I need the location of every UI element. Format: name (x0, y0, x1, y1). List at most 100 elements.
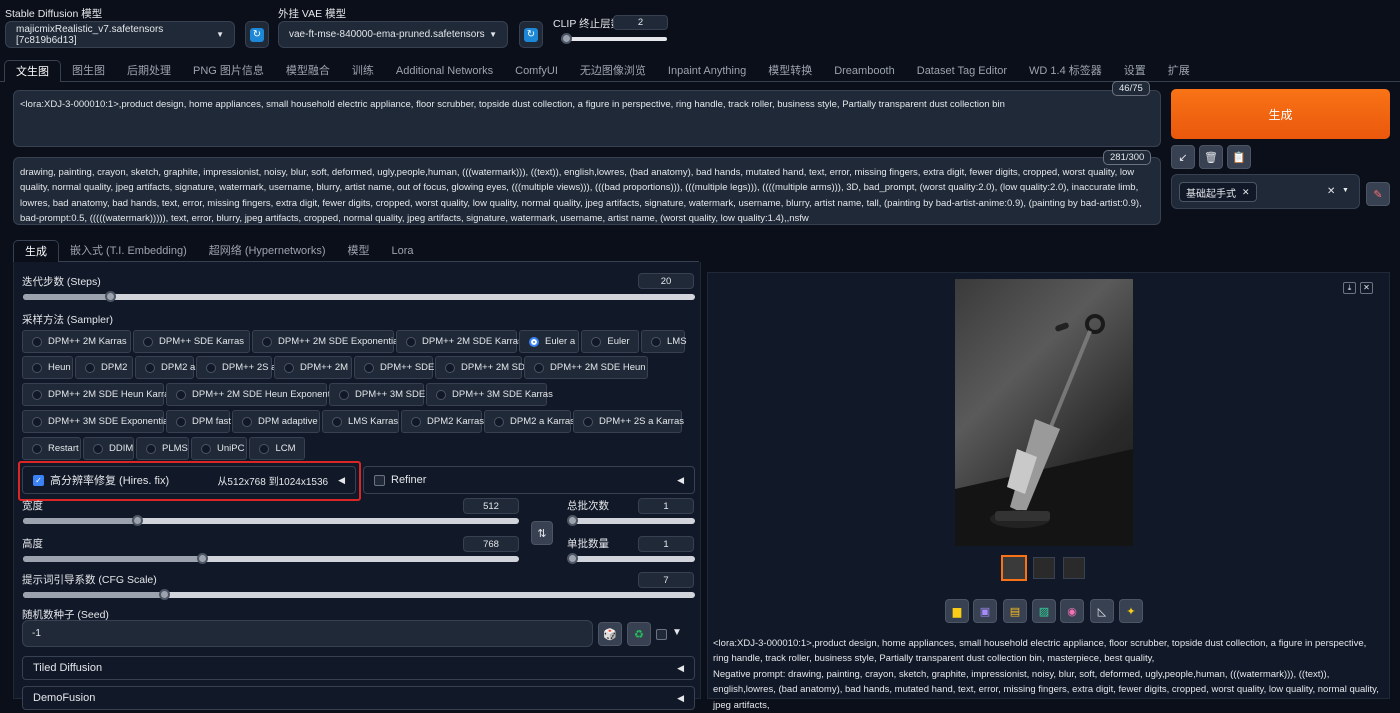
refiner-checkbox[interactable] (374, 474, 385, 486)
sampler-option[interactable]: DPM2 a Karras (484, 410, 575, 433)
sampler-option[interactable]: DPM++ 2M (274, 356, 352, 379)
prompt-textarea[interactable]: <lora:XDJ-3-000010:1>,product design, ho… (13, 90, 1161, 147)
sampler-option[interactable]: DPM++ 2M SDE Heun (524, 356, 648, 379)
style-chip[interactable]: 基础起手式 ✕ (1179, 182, 1257, 202)
batch-size-slider-handle[interactable] (567, 553, 578, 564)
edit-styles-button[interactable]: ✎ (1366, 182, 1390, 206)
main-tab-2[interactable]: 后期处理 (116, 60, 182, 82)
batch-count-slider[interactable] (567, 515, 695, 526)
sampler-option[interactable]: DPM2 (75, 356, 133, 379)
refresh-vae-button[interactable]: ↻ (519, 21, 543, 48)
send-to-inpaint-button[interactable]: ◉ (1060, 599, 1084, 623)
height-slider-handle[interactable] (196, 553, 208, 564)
clip-slider-handle[interactable] (561, 33, 573, 44)
sd-model-select[interactable]: majicmixRealistic_v7.safetensors [7c819b… (5, 21, 235, 48)
sampler-option[interactable]: DPM fast (166, 410, 231, 433)
sampler-option[interactable]: DPM++ 2M Karras (22, 330, 131, 353)
trash-button[interactable]: 🗑 (1199, 145, 1223, 169)
reuse-seed-button[interactable]: ♻ (627, 622, 651, 646)
sampler-option[interactable]: DPM++ 2M SDE (435, 356, 531, 379)
batch-count-slider-handle[interactable] (567, 515, 578, 526)
negative-prompt-textarea[interactable]: drawing, painting, crayon, sketch, graph… (13, 157, 1161, 225)
width-slider[interactable] (23, 515, 519, 526)
seed-input[interactable]: -1 (22, 620, 593, 647)
sampler-option[interactable]: DDIM (83, 437, 134, 460)
cfg-slider[interactable] (23, 589, 695, 600)
sampler-option[interactable]: DPM++ 2S a (196, 356, 276, 379)
sampler-option[interactable]: DPM adaptive (232, 410, 320, 433)
refresh-models-button[interactable]: ↻ (245, 21, 269, 48)
sampler-option[interactable]: UniPC (191, 437, 247, 460)
read-params-button[interactable]: ↙ (1171, 145, 1195, 169)
main-tab-13[interactable]: WD 1.4 标签器 (1018, 60, 1113, 82)
close-icon[interactable]: ✕ (1360, 282, 1373, 294)
sampler-option[interactable]: DPM2 Karras (401, 410, 484, 433)
main-tab-3[interactable]: PNG 图片信息 (182, 60, 275, 82)
clip-value-input[interactable]: 2 (613, 15, 668, 30)
open-folder-button[interactable]: ▆ (945, 599, 969, 623)
main-tab-15[interactable]: 扩展 (1157, 60, 1201, 82)
download-icon[interactable]: ⤓ (1343, 282, 1356, 294)
main-tab-1[interactable]: 图生图 (61, 60, 116, 82)
sampler-option[interactable]: DPM2 a (135, 356, 195, 379)
sampler-option[interactable]: DPM++ 3M SDE (329, 383, 425, 406)
tiled-diffusion-accordion[interactable]: Tiled Diffusion ◀ (22, 656, 695, 680)
sampler-option[interactable]: DPM++ 2M SDE Heun Karras (22, 383, 174, 406)
sampler-option[interactable]: Euler (581, 330, 639, 353)
expand-icon[interactable]: ▼ (672, 627, 682, 638)
hires-checkbox[interactable]: ✓ (33, 474, 44, 486)
random-seed-button[interactable]: 🎲 (598, 622, 622, 646)
batch-size-input[interactable]: 1 (638, 536, 694, 552)
hires-fix-accordion[interactable]: ✓ 高分辨率修复 (Hires. fix) 从512x768 到1024x153… (22, 466, 356, 494)
enhance-button[interactable]: ✦ (1119, 599, 1143, 623)
sampler-option[interactable]: DPM++ 2S a Karras (573, 410, 684, 433)
main-tab-0[interactable]: 文生图 (4, 60, 61, 82)
sampler-option[interactable]: DPM++ 3M SDE Karras (426, 383, 553, 406)
main-tab-14[interactable]: 设置 (1113, 60, 1157, 82)
sampler-option[interactable]: Euler a (519, 330, 579, 353)
batch-size-slider[interactable] (567, 553, 695, 564)
swap-dimensions-button[interactable]: ⇅ (531, 521, 553, 545)
main-tab-5[interactable]: 训练 (341, 60, 385, 82)
steps-input[interactable]: 20 (638, 273, 694, 289)
height-slider[interactable] (23, 553, 519, 564)
zip-button[interactable]: ▤ (1003, 599, 1027, 623)
thumbnail-3[interactable] (1063, 557, 1085, 579)
save-button[interactable]: ▣ (973, 599, 997, 623)
sub-tab-3[interactable]: 模型 (337, 240, 381, 262)
sub-tab-0[interactable]: 生成 (13, 240, 59, 262)
vae-select[interactable]: vae-ft-mse-840000-ema-pruned.safetensors… (278, 21, 508, 48)
steps-slider[interactable] (23, 291, 695, 302)
sub-tab-1[interactable]: 嵌入式 (T.I. Embedding) (59, 240, 198, 262)
main-tab-4[interactable]: 模型融合 (275, 60, 341, 82)
generated-image[interactable] (955, 279, 1133, 546)
main-tab-9[interactable]: Inpaint Anything (657, 60, 757, 82)
clear-icon[interactable]: ✕ (1327, 186, 1335, 197)
main-tab-7[interactable]: ComfyUI (504, 60, 569, 82)
extra-seed-checkbox[interactable] (656, 629, 667, 640)
sampler-option[interactable]: DPM++ SDE (354, 356, 434, 379)
sampler-option[interactable]: LCM (249, 437, 305, 460)
sampler-option[interactable]: DPM++ 3M SDE Exponential (22, 410, 171, 433)
demofusion-accordion[interactable]: DemoFusion ◀ (22, 686, 695, 710)
styles-dropdown[interactable]: 基础起手式 ✕ ✕ ▼ (1171, 174, 1360, 209)
sampler-option[interactable]: Heun (22, 356, 73, 379)
sampler-option[interactable]: LMS Karras (322, 410, 399, 433)
sampler-option[interactable]: DPM++ 2M SDE Karras (396, 330, 523, 353)
generate-button[interactable]: 生成 (1171, 89, 1390, 139)
thumbnail-1[interactable] (1001, 555, 1027, 581)
height-input[interactable]: 768 (463, 536, 519, 552)
cfg-input[interactable]: 7 (638, 572, 694, 588)
close-icon[interactable]: ✕ (1242, 187, 1250, 198)
refiner-accordion[interactable]: Refiner ◀ (363, 466, 695, 494)
sampler-option[interactable]: DPM++ 2M SDE Heun Exponential (166, 383, 340, 406)
thumbnail-2[interactable] (1033, 557, 1055, 579)
send-to-extras-button[interactable]: ◺ (1090, 599, 1114, 623)
main-tab-10[interactable]: 模型转换 (757, 60, 823, 82)
main-tab-12[interactable]: Dataset Tag Editor (906, 60, 1018, 82)
clipboard-button[interactable]: 📋 (1227, 145, 1251, 169)
sampler-option[interactable]: DPM++ 2M SDE Exponential (252, 330, 401, 353)
main-tab-8[interactable]: 无边图像浏览 (569, 60, 657, 82)
sub-tab-4[interactable]: Lora (381, 240, 425, 262)
main-tab-6[interactable]: Additional Networks (385, 60, 504, 82)
